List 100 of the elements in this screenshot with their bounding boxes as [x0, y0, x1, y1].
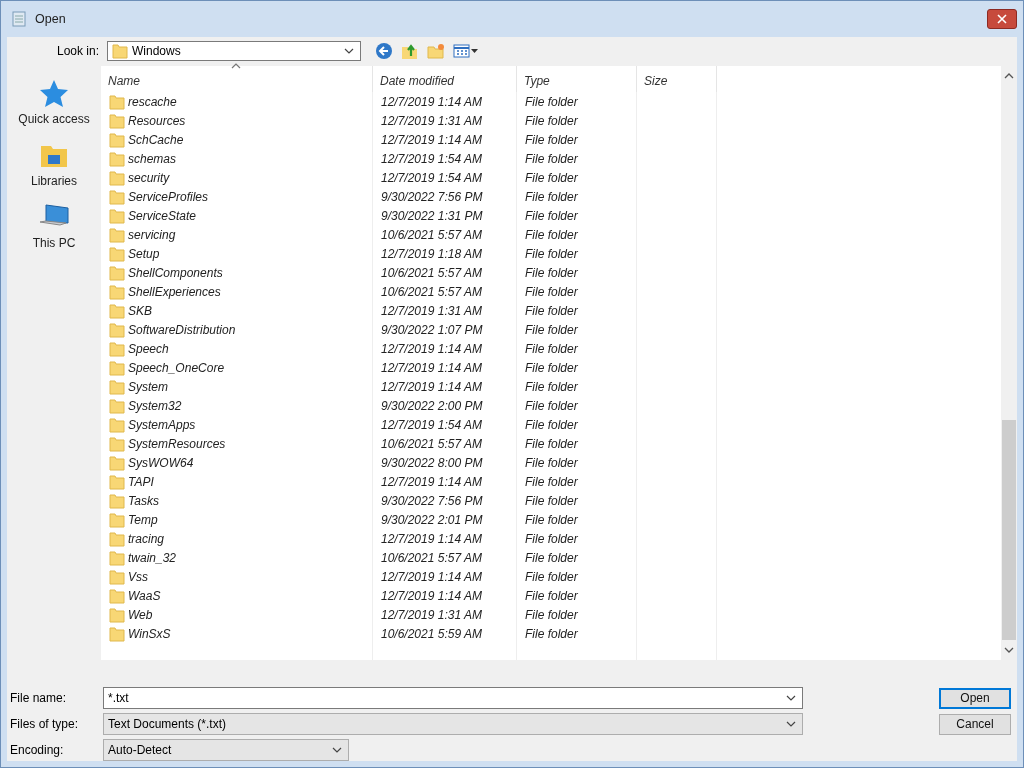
folder-icon — [109, 245, 125, 262]
file-type: File folder — [524, 189, 579, 204]
file-type: File folder — [524, 550, 579, 565]
file-name[interactable]: TAPI — [128, 474, 154, 489]
folder-icon — [109, 283, 125, 300]
scrollbar-thumb[interactable] — [1002, 420, 1016, 640]
chevron-down-icon — [344, 48, 354, 54]
file-name[interactable]: Setup — [128, 246, 160, 261]
file-name[interactable]: Web — [128, 607, 153, 622]
column-header[interactable]: Name — [101, 66, 373, 92]
folder-icon — [109, 93, 125, 110]
date-modified: 9/30/2022 7:56 PM — [380, 493, 484, 508]
notepad-icon — [11, 11, 27, 27]
encoding-dropdown[interactable]: Auto-Detect — [103, 739, 349, 761]
field-label: File name: — [9, 691, 68, 705]
date-modified: 10/6/2021 5:57 AM — [380, 284, 483, 299]
date-modified: 12/7/2019 1:31 AM — [380, 303, 483, 318]
folder-icon — [109, 169, 125, 186]
file-type: File folder — [524, 379, 579, 394]
file-name[interactable]: SystemApps — [128, 417, 196, 432]
open-button[interactable]: Open — [939, 687, 1011, 709]
folder-icon — [109, 264, 125, 281]
folder-icon — [109, 530, 125, 547]
folder-icon — [109, 435, 125, 452]
file-name[interactable]: twain_32 — [128, 550, 177, 565]
date-modified: 12/7/2019 1:31 AM — [380, 113, 483, 128]
file-name[interactable]: System — [128, 379, 168, 394]
view-menu-icon[interactable] — [453, 44, 479, 58]
file-name[interactable]: SysWOW64 — [128, 455, 194, 470]
file-name[interactable]: ShellComponents — [128, 265, 223, 280]
column-header[interactable]: Date modified — [373, 66, 517, 92]
folder-icon — [109, 397, 125, 414]
file-type: File folder — [524, 531, 579, 546]
file-type: File folder — [524, 474, 579, 489]
chevron-down-icon — [1004, 647, 1014, 653]
file-type: File folder — [524, 284, 579, 299]
chevron-up-icon — [1004, 73, 1014, 79]
file-type: File folder — [524, 398, 579, 413]
date-modified: 10/6/2021 5:59 AM — [380, 626, 483, 641]
file-type: File folder — [524, 132, 579, 147]
close-icon — [997, 14, 1007, 24]
file-name[interactable]: SKB — [128, 303, 152, 318]
places-item[interactable]: Libraries — [31, 140, 77, 188]
file-name[interactable]: SchCache — [128, 132, 184, 147]
date-modified: 12/7/2019 1:14 AM — [380, 341, 483, 356]
file-type: File folder — [524, 170, 579, 185]
file-name[interactable]: Temp — [128, 512, 158, 527]
folder-icon — [109, 587, 125, 604]
file-name[interactable]: security — [128, 170, 170, 185]
chevron-down-icon — [786, 695, 796, 701]
file-name[interactable]: SoftwareDistribution — [128, 322, 236, 337]
cancel-button[interactable]: Cancel — [939, 713, 1011, 735]
date-modified: 10/6/2021 5:57 AM — [380, 227, 483, 242]
folder-icon — [109, 226, 125, 243]
file-name[interactable]: ServiceProfiles — [128, 189, 209, 204]
folder-icon — [109, 359, 125, 376]
folder-icon — [109, 473, 125, 490]
file-name[interactable]: Vss — [128, 569, 148, 584]
file-name[interactable]: rescache — [128, 94, 177, 109]
file-name-field[interactable]: *.txt — [103, 687, 803, 709]
file-name[interactable]: Tasks — [128, 493, 159, 508]
file-name[interactable]: ServiceState — [128, 208, 197, 223]
file-type: File folder — [524, 151, 579, 166]
date-modified: 10/6/2021 5:57 AM — [380, 265, 483, 280]
column-header[interactable]: Type — [517, 66, 637, 92]
folder-icon — [112, 43, 128, 59]
look-in-label: Look in: — [55, 44, 100, 58]
look-in-dropdown[interactable]: Windows — [107, 41, 361, 61]
places-item[interactable]: This PC — [32, 202, 76, 250]
file-name[interactable]: Speech_OneCore — [128, 360, 225, 375]
file-name[interactable]: tracing — [128, 531, 165, 546]
file-name[interactable]: servicing — [128, 227, 176, 242]
folder-icon — [109, 207, 125, 224]
file-name[interactable]: System32 — [128, 398, 182, 413]
file-name[interactable]: WaaS — [128, 588, 161, 603]
file-name[interactable]: Resources — [128, 113, 186, 128]
up-folder-icon[interactable] — [401, 42, 419, 60]
file-type: File folder — [524, 417, 579, 432]
file-name[interactable]: WinSxS — [128, 626, 171, 641]
folder-icon — [109, 606, 125, 623]
file-name[interactable]: ShellExperiences — [128, 284, 221, 299]
folder-icon — [109, 131, 125, 148]
date-modified: 9/30/2022 8:00 PM — [380, 455, 484, 470]
date-modified: 12/7/2019 1:54 AM — [380, 170, 483, 185]
file-name[interactable]: Speech — [128, 341, 169, 356]
file-type: File folder — [524, 607, 579, 622]
folder-icon — [109, 340, 125, 357]
folder-icon — [109, 378, 125, 395]
file-type-dropdown[interactable]: Text Documents (*.txt) — [103, 713, 803, 735]
date-modified: 12/7/2019 1:14 AM — [380, 531, 483, 546]
date-modified: 9/30/2022 1:07 PM — [380, 322, 484, 337]
file-name[interactable]: SystemResources — [128, 436, 226, 451]
places-item[interactable]: Quick access — [18, 78, 90, 126]
column-header[interactable]: Size — [637, 66, 717, 92]
field-label: Encoding: — [9, 743, 65, 757]
file-type: File folder — [524, 246, 579, 261]
file-type: File folder — [524, 512, 579, 527]
file-name[interactable]: schemas — [128, 151, 177, 166]
close-button[interactable] — [987, 9, 1017, 29]
field-label: Files of type: — [9, 717, 80, 731]
